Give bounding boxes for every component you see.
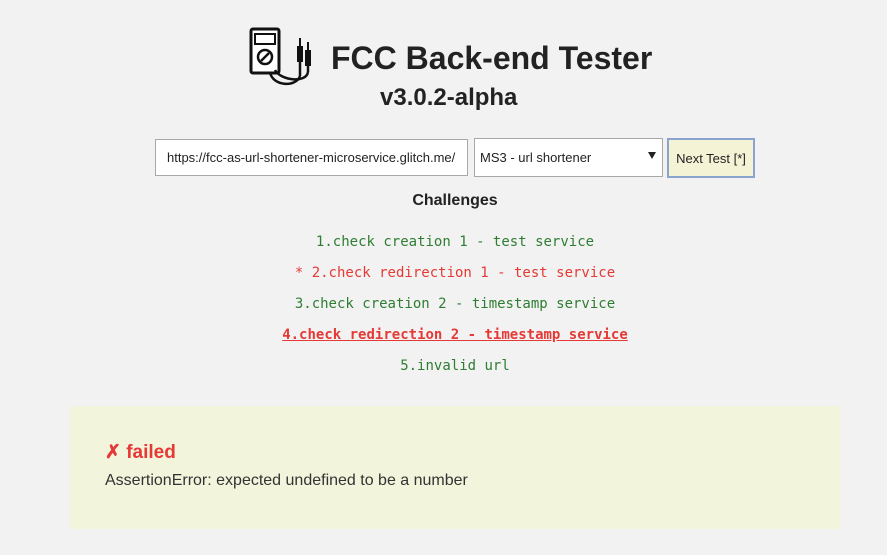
- multimeter-icon: [249, 27, 311, 85]
- result-status: ✗ failed: [105, 442, 176, 463]
- challenge-item-2[interactable]: * 2.check redirection 1 - test service: [0, 263, 887, 294]
- result-message: AssertionError: expected undefined to be…: [105, 472, 468, 489]
- challenge-label: 2.check redirection 1 - test service: [311, 265, 616, 281]
- challenge-label: 1.check creation 1 - test service: [315, 234, 595, 250]
- challenge-item-1[interactable]: 1.check creation 1 - test service: [0, 232, 887, 263]
- select-value: MS3 - url shortener: [480, 150, 592, 165]
- url-input[interactable]: [155, 139, 468, 176]
- challenge-label: 4.check redirection 2 - timestamp servic…: [282, 327, 628, 343]
- version-label: v3.0.2-alpha: [380, 84, 518, 111]
- challenge-marker: *: [294, 265, 312, 281]
- challenge-item-3[interactable]: 3.check creation 2 - timestamp service: [0, 294, 887, 325]
- result-panel: ✗ failed AssertionError: expected undefi…: [70, 406, 840, 529]
- test-suite-select[interactable]: MS3 - url shortener: [474, 138, 663, 177]
- challenge-list: 1.check creation 1 - test service * 2.ch…: [0, 232, 887, 387]
- page-title: FCC Back-end Tester: [331, 40, 653, 76]
- challenges-heading: Challenges: [412, 192, 498, 209]
- page: FCC Back-end Tester v3.0.2-alpha MS3 - u…: [0, 0, 887, 555]
- challenge-item-4[interactable]: 4.check redirection 2 - timestamp servic…: [0, 325, 887, 356]
- challenge-item-5[interactable]: 5.invalid url: [0, 356, 887, 387]
- dropdown-arrow-icon: [648, 152, 656, 159]
- challenge-label: 5.invalid url: [400, 358, 510, 374]
- next-test-button[interactable]: Next Test [*]: [667, 138, 755, 178]
- challenge-label: 3.check creation 2 - timestamp service: [294, 296, 616, 312]
